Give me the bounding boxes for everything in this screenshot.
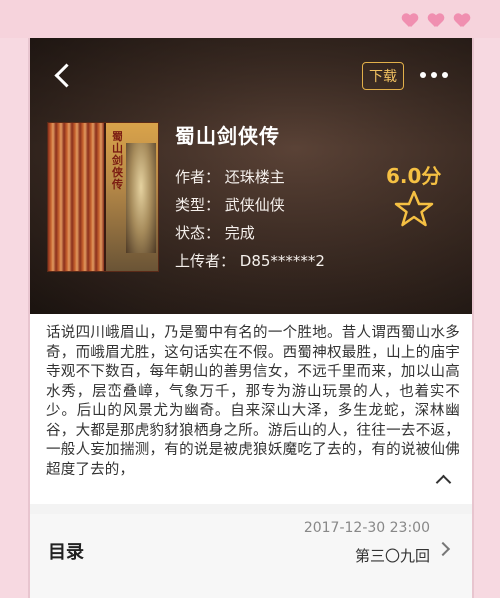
star-rating-icon[interactable] [394,190,434,228]
uploader-line: 上传者： D85******2 [175,252,325,270]
type-line: 类型： 武侠仙侠 [175,196,285,214]
heart-icon [402,14,418,28]
cover-art [126,143,156,253]
back-arrow-icon[interactable] [52,64,74,86]
book-meta: 作者： 还珠楼主 类型： 武侠仙侠 状态： 完成 上传者： D85******2 [175,163,325,275]
author-line: 作者： 还珠楼主 [175,168,285,186]
chevron-right-icon [438,542,450,554]
toc-updated-date: 2017-12-30 23:00 [303,520,430,536]
book-detail-screen: 下载 蜀山剑侠传 蜀山剑侠传 作者： 还珠楼主 类型： 武侠仙侠 状态： 完成 … [28,38,474,598]
toc-label: 目录 [48,542,84,563]
decorative-frame [0,0,500,38]
book-info: 蜀山剑侠传 作者： 还珠楼主 类型： 武侠仙侠 状态： 完成 上传者： D85*… [175,120,325,275]
status-line: 状态： 完成 [175,224,255,242]
table-of-contents-row[interactable]: 目录 2017-12-30 23:00 第三〇九回 [30,514,472,598]
cover-front: 蜀山剑侠传 [104,123,158,271]
book-cover: 蜀山剑侠传 [47,122,159,272]
cover-title: 蜀山剑侠传 [112,130,123,191]
book-title: 蜀山剑侠传 [175,124,280,148]
heart-icon [428,14,444,28]
section-divider [30,504,472,514]
collapse-chevron-icon[interactable] [436,472,450,486]
book-summary: 话说四川峨眉山，乃是蜀中有名的一个胜地。昔人谓西蜀山水多奇，而峨眉尤胜，这句话实… [46,325,460,478]
rating-score: 6.0分 [386,164,442,188]
heart-icon [454,14,470,28]
toc-latest-chapter: 第三〇九回 [354,547,430,565]
cover-spines [48,123,108,271]
more-options-icon[interactable] [420,72,448,78]
hearts-decoration [402,14,470,28]
download-button[interactable]: 下载 [362,62,404,90]
